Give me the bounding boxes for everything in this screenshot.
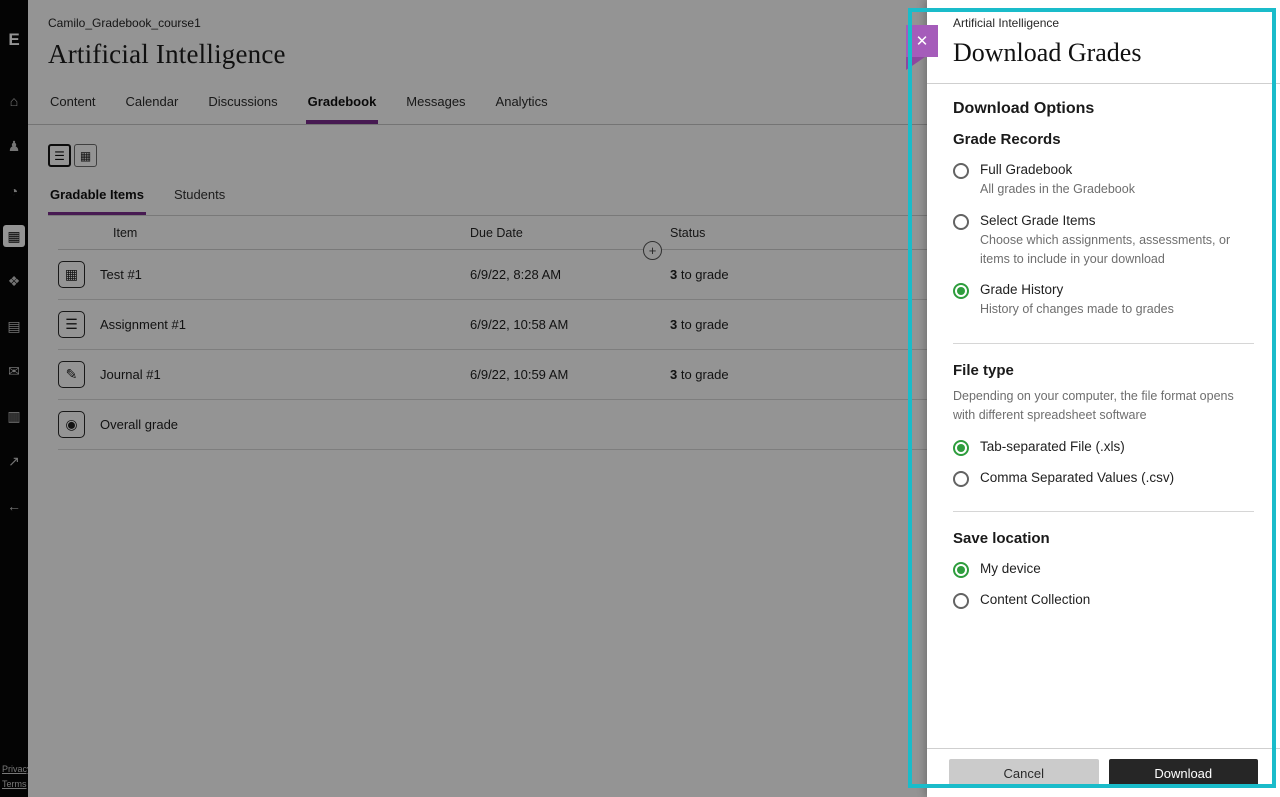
option-text: Content Collection bbox=[980, 592, 1090, 607]
option-text: Grade History History of changes made to… bbox=[980, 282, 1174, 319]
option-label: Select Grade Items bbox=[980, 213, 1254, 228]
radio-option-tab-separated[interactable]: Tab-separated File (.xls) bbox=[953, 439, 1254, 456]
file-type-heading: File type bbox=[953, 362, 1254, 379]
option-text: Tab-separated File (.xls) bbox=[980, 439, 1125, 454]
option-label: Content Collection bbox=[980, 592, 1090, 607]
radio-option-grade-history[interactable]: Grade History History of changes made to… bbox=[953, 282, 1254, 319]
option-label: Full Gradebook bbox=[980, 162, 1135, 177]
section-divider bbox=[953, 343, 1254, 344]
section-divider bbox=[953, 511, 1254, 512]
close-panel-button[interactable]: ✕ bbox=[906, 25, 938, 57]
radio-option-content-collection[interactable]: Content Collection bbox=[953, 592, 1254, 609]
radio-icon bbox=[953, 214, 969, 230]
option-text: Full Gradebook All grades in the Gradebo… bbox=[980, 162, 1135, 199]
file-type-description: Depending on your computer, the file for… bbox=[953, 387, 1254, 425]
grade-records-heading: Grade Records bbox=[953, 131, 1254, 148]
radio-option-full-gradebook[interactable]: Full Gradebook All grades in the Gradebo… bbox=[953, 162, 1254, 199]
radio-icon bbox=[953, 283, 969, 299]
download-options-heading: Download Options bbox=[953, 100, 1254, 118]
panel-title: Download Grades bbox=[953, 38, 1254, 68]
panel-footer: Cancel Download bbox=[927, 748, 1280, 797]
download-grades-panel: Artificial Intelligence Download Grades … bbox=[927, 0, 1280, 797]
radio-option-select-grade-items[interactable]: Select Grade Items Choose which assignme… bbox=[953, 213, 1254, 269]
option-description: History of changes made to grades bbox=[980, 300, 1174, 319]
option-label: My device bbox=[980, 561, 1041, 576]
radio-icon bbox=[953, 440, 969, 456]
radio-option-comma-separated[interactable]: Comma Separated Values (.csv) bbox=[953, 470, 1254, 487]
option-description: All grades in the Gradebook bbox=[980, 180, 1135, 199]
option-text: Comma Separated Values (.csv) bbox=[980, 470, 1174, 485]
save-location-heading: Save location bbox=[953, 530, 1254, 547]
radio-icon bbox=[953, 593, 969, 609]
panel-header: Artificial Intelligence Download Grades bbox=[927, 0, 1280, 84]
radio-icon bbox=[953, 471, 969, 487]
panel-body: Download Options Grade Records Full Grad… bbox=[927, 84, 1280, 748]
option-description: Choose which assignments, assessments, o… bbox=[980, 231, 1254, 269]
close-icon: ✕ bbox=[916, 32, 929, 50]
panel-course-context: Artificial Intelligence bbox=[953, 16, 1254, 30]
option-text: Select Grade Items Choose which assignme… bbox=[980, 213, 1254, 269]
cancel-button[interactable]: Cancel bbox=[949, 759, 1099, 788]
radio-icon bbox=[953, 562, 969, 578]
option-label: Tab-separated File (.xls) bbox=[980, 439, 1125, 454]
option-text: My device bbox=[980, 561, 1041, 576]
option-label: Grade History bbox=[980, 282, 1174, 297]
modal-dim-overlay bbox=[0, 0, 927, 797]
radio-icon bbox=[953, 163, 969, 179]
option-label: Comma Separated Values (.csv) bbox=[980, 470, 1174, 485]
download-button[interactable]: Download bbox=[1109, 759, 1259, 788]
radio-option-my-device[interactable]: My device bbox=[953, 561, 1254, 578]
